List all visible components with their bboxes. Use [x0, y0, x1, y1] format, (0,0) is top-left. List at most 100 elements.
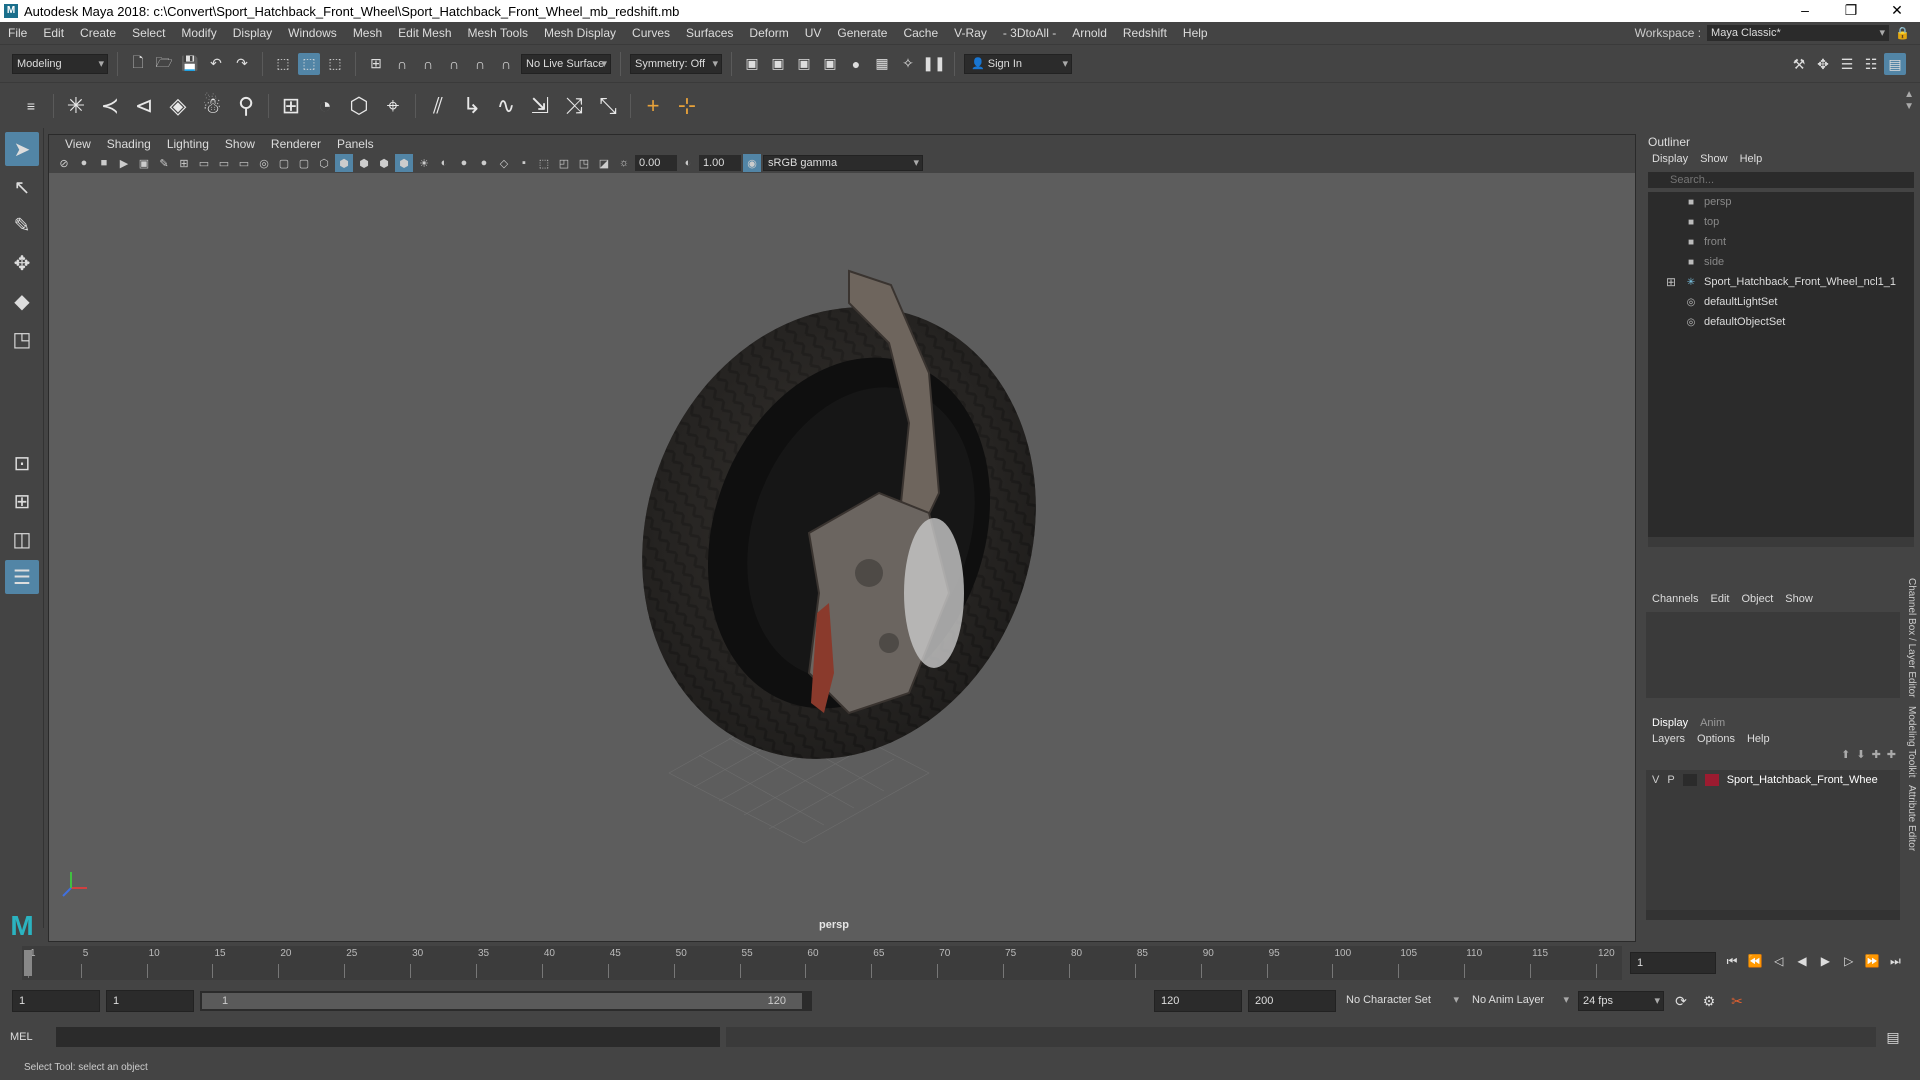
- layer-tab-anim[interactable]: Anim: [1694, 717, 1731, 729]
- light-editor-icon[interactable]: ✧: [897, 53, 919, 75]
- exposure-field[interactable]: 0.00: [635, 155, 677, 171]
- constraint-icon[interactable]: ⊹: [670, 89, 704, 123]
- menu-create[interactable]: Create: [72, 26, 124, 40]
- panel-menu-panels[interactable]: Panels: [329, 137, 382, 151]
- menu-modify[interactable]: Modify: [173, 26, 224, 40]
- menu-mesh-tools[interactable]: Mesh Tools: [460, 26, 536, 40]
- menu-display[interactable]: Display: [225, 26, 280, 40]
- current-time-indicator[interactable]: [24, 950, 32, 976]
- play-forward-icon[interactable]: ▶: [1815, 954, 1835, 968]
- scale-tool-icon[interactable]: ◳: [5, 322, 39, 356]
- two-pane-layout-icon[interactable]: ◫: [5, 522, 39, 556]
- scene-start-field[interactable]: 1: [12, 990, 100, 1012]
- command-input[interactable]: [56, 1027, 720, 1047]
- menu-deform[interactable]: Deform: [741, 26, 796, 40]
- range-handle[interactable]: 1 120: [202, 993, 802, 1009]
- lattice-icon[interactable]: ⊞: [274, 89, 308, 123]
- anim-layer-dropdown[interactable]: No Anim Layer: [1468, 991, 1572, 1011]
- outliner-search-input[interactable]: [1648, 172, 1878, 188]
- panel-menu-show[interactable]: Show: [217, 137, 263, 151]
- safe-action-icon[interactable]: ▢: [275, 154, 293, 172]
- bind-skin-icon[interactable]: ◈: [161, 89, 195, 123]
- exposure-icon[interactable]: ☼: [615, 154, 633, 172]
- go-to-start-icon[interactable]: ⏮: [1722, 954, 1742, 969]
- wrap-icon[interactable]: ⬡: [342, 89, 376, 123]
- outliner-item-persp[interactable]: ■ persp: [1648, 192, 1914, 212]
- motion-blur-icon[interactable]: ●: [455, 154, 473, 172]
- joint-tool-icon[interactable]: ✳: [59, 89, 93, 123]
- menu-cache[interactable]: Cache: [895, 26, 946, 40]
- anim-prefs-icon[interactable]: ✂: [1726, 990, 1748, 1012]
- open-scene-icon[interactable]: 🗁: [153, 53, 175, 75]
- outliner-layout-icon[interactable]: ☰: [5, 560, 39, 594]
- select-camera-icon[interactable]: ⊘: [55, 154, 73, 172]
- menu-vray[interactable]: V-Ray: [946, 26, 995, 40]
- shelf-menu-icon[interactable]: ≡: [14, 89, 48, 123]
- layer-tab-display[interactable]: Display: [1646, 717, 1694, 729]
- layer-display-type[interactable]: [1682, 774, 1697, 786]
- screen-space-ao-icon[interactable]: ◐: [435, 154, 453, 172]
- character-set-dropdown[interactable]: No Character Set: [1342, 991, 1462, 1011]
- film-gate-icon[interactable]: ▭: [195, 154, 213, 172]
- menu-select[interactable]: Select: [124, 26, 173, 40]
- perspective-viewport[interactable]: persp: [49, 173, 1635, 941]
- render-frame-icon[interactable]: ▣: [767, 53, 789, 75]
- isolate-select-icon[interactable]: ▪: [515, 154, 533, 172]
- undo-icon[interactable]: ↶: [205, 53, 227, 75]
- go-to-end-icon[interactable]: ⏭: [1885, 954, 1905, 969]
- panel-menu-shading[interactable]: Shading: [99, 137, 159, 151]
- cluster-icon[interactable]: ◔: [308, 89, 342, 123]
- maximize-button[interactable]: ❐: [1828, 0, 1874, 22]
- safe-title-icon[interactable]: ▢: [295, 154, 313, 172]
- render-settings-icon[interactable]: ▣: [819, 53, 841, 75]
- shelf-scroll-icon[interactable]: ▲ ▼: [1904, 89, 1914, 113]
- outliner-item-wheel-group[interactable]: ⊞ ✳ Sport_Hatchback_Front_Wheel_ncl1_1: [1648, 272, 1914, 292]
- locator-icon[interactable]: +: [636, 89, 670, 123]
- flare-deformer-icon[interactable]: ↳: [455, 89, 489, 123]
- fps-dropdown[interactable]: 24 fps: [1578, 991, 1664, 1011]
- render-view-icon[interactable]: ▣: [741, 53, 763, 75]
- layer-hscrollbar[interactable]: [1646, 910, 1900, 920]
- panel-menu-lighting[interactable]: Lighting: [159, 137, 217, 151]
- attribute-editor-toggle-icon[interactable]: ✥: [1812, 53, 1834, 75]
- color-management-icon[interactable]: ◉: [743, 154, 761, 172]
- depth-of-field-icon[interactable]: ◇: [495, 154, 513, 172]
- minimize-button[interactable]: –: [1782, 0, 1828, 22]
- snap-live-icon[interactable]: ∩: [495, 53, 517, 75]
- gate-mask-icon[interactable]: ▭: [235, 154, 253, 172]
- snap-point-icon[interactable]: ∩: [417, 53, 439, 75]
- menu-arnold[interactable]: Arnold: [1064, 26, 1115, 40]
- time-slider[interactable]: 1 5 10 15 20 25 30 35 40 45 50 55 60 65 70 75 80 85 90 95 10…: [0, 946, 1920, 980]
- four-view-layout-icon[interactable]: ⊞: [5, 484, 39, 518]
- channel-box-area[interactable]: [1646, 612, 1900, 698]
- symmetry-dropdown[interactable]: Symmetry: Off: [630, 53, 722, 74]
- outliner-hscrollbar[interactable]: [1648, 537, 1914, 547]
- hypershade-icon[interactable]: ●: [845, 53, 867, 75]
- ipr-render-icon[interactable]: ▣: [793, 53, 815, 75]
- channel-box-layer-editor-tab[interactable]: Channel Box / Layer Editor: [1906, 578, 1917, 698]
- menu-file[interactable]: File: [0, 26, 35, 40]
- range-bar[interactable]: 1 120: [200, 991, 812, 1011]
- xray-joints-icon[interactable]: ◰: [555, 154, 573, 172]
- playback-start-field[interactable]: 1: [106, 990, 194, 1012]
- use-all-lights-icon[interactable]: ⬢: [395, 154, 413, 172]
- panel-menu-view[interactable]: View: [57, 137, 99, 151]
- menu-3dtoall[interactable]: - 3DtoAll -: [995, 26, 1064, 40]
- gamma-field[interactable]: 1.00: [699, 155, 741, 171]
- wave-deformer-icon[interactable]: ⤡: [591, 89, 625, 123]
- two-d-pan-icon[interactable]: ▣: [135, 154, 153, 172]
- outliner-item-top[interactable]: ■ top: [1648, 212, 1914, 232]
- shadows-icon[interactable]: ☀: [415, 154, 433, 172]
- gamma-icon[interactable]: ◐: [679, 154, 697, 172]
- step-forward-key-icon[interactable]: ⏩: [1862, 954, 1882, 968]
- quick-rig-icon[interactable]: ☃: [195, 89, 229, 123]
- panel-menu-renderer[interactable]: Renderer: [263, 137, 329, 151]
- layer-menu-help[interactable]: Help: [1741, 733, 1776, 745]
- grease-pencil-icon[interactable]: ✎: [155, 154, 173, 172]
- outliner-item-side[interactable]: ■ side: [1648, 252, 1914, 272]
- menu-mesh[interactable]: Mesh: [345, 26, 390, 40]
- outliner-toggle-icon[interactable]: ▤: [1884, 53, 1906, 75]
- paint-select-tool-icon[interactable]: ✎: [5, 208, 39, 242]
- layer-playback-toggle[interactable]: P: [1667, 774, 1674, 786]
- step-back-key-icon[interactable]: ⏪: [1745, 954, 1765, 968]
